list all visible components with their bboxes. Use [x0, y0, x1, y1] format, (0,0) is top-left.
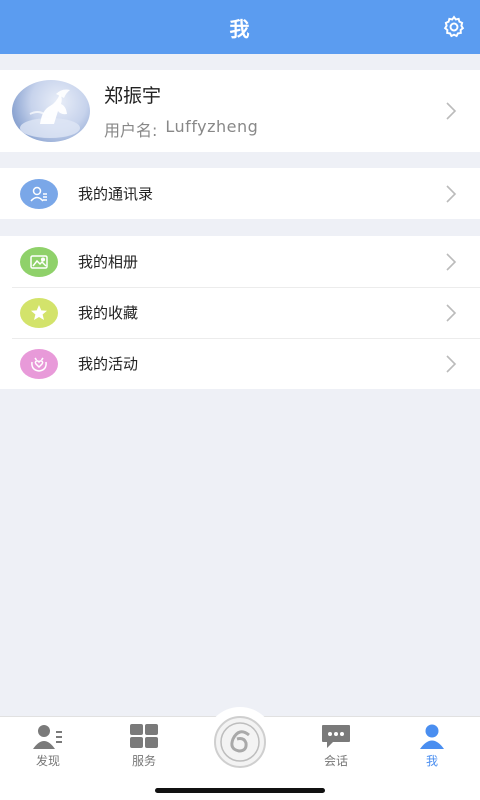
photo-album-icon: [20, 246, 58, 277]
chevron-right-icon: [444, 251, 458, 273]
contacts-icon: [20, 178, 58, 209]
chevron-right-icon: [444, 353, 458, 375]
tab-label: 会话: [323, 754, 348, 768]
tab-chat[interactable]: 会话: [306, 723, 366, 771]
settings-button[interactable]: [440, 13, 468, 41]
menu-item-album[interactable]: 我的相册: [0, 236, 480, 287]
menu-item-label: 我的收藏: [78, 304, 139, 322]
center-logo-button[interactable]: [205, 707, 275, 777]
center-logo-icon: [214, 716, 266, 768]
chevron-right-icon: [444, 183, 458, 205]
star-icon: [20, 297, 58, 328]
services-grid-icon: [130, 724, 158, 748]
username-value: Luffyzheng: [165, 117, 259, 136]
profile-card[interactable]: 郑振宇 用户名: Luffyzheng: [0, 70, 480, 152]
tab-discover[interactable]: 发现: [18, 723, 78, 771]
avatar: [12, 80, 90, 142]
menu-section-contacts: 我的通讯录: [0, 168, 480, 219]
tab-me[interactable]: 我: [402, 723, 462, 771]
chevron-right-icon: [444, 100, 458, 122]
profile-name: 郑振宇: [104, 85, 162, 107]
tab-label: 发现: [35, 754, 60, 768]
menu-item-label: 我的通讯录: [78, 185, 154, 203]
menu-item-label: 我的相册: [78, 253, 139, 271]
username-label: 用户名:: [104, 121, 158, 140]
tab-label: 我: [425, 754, 438, 768]
menu-item-label: 我的活动: [78, 355, 139, 373]
activity-icon: [20, 348, 58, 379]
tab-services[interactable]: 服务: [114, 723, 174, 771]
chevron-right-icon: [444, 302, 458, 324]
menu-item-favorites[interactable]: 我的收藏: [0, 287, 480, 338]
page-title: 我: [229, 16, 251, 41]
discover-icon: [33, 725, 62, 749]
top-nav-bar: 我: [0, 0, 480, 54]
username-row: 用户名: Luffyzheng: [104, 117, 444, 141]
chat-icon: [322, 725, 350, 748]
tab-label: 服务: [131, 754, 156, 768]
menu-section-personal: 我的相册 我的收藏 我的活动: [0, 236, 480, 389]
menu-item-contacts[interactable]: 我的通讯录: [0, 168, 480, 219]
profile-icon: [420, 724, 444, 749]
home-indicator: [155, 788, 325, 793]
gear-icon: [443, 15, 465, 38]
menu-item-activities[interactable]: 我的活动: [0, 338, 480, 389]
